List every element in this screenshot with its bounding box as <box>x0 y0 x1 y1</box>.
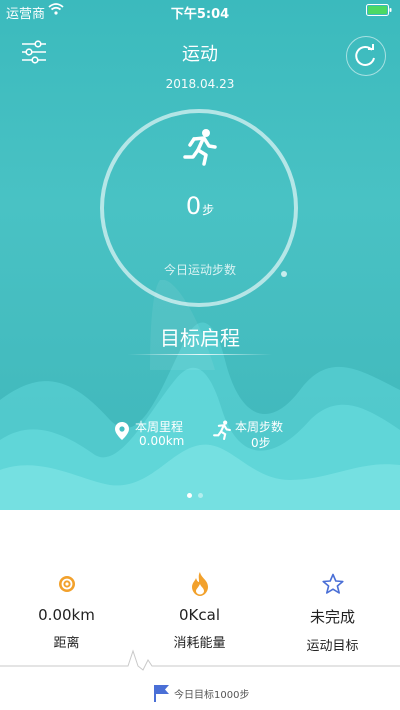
hero-panel: 运营商 下午5:04 运动 2018.04.23 0步 今日运动步数 目标启程 … <box>0 0 400 510</box>
location-icon <box>115 422 129 443</box>
stat-target: 未完成 运动目标 <box>266 572 399 654</box>
energy-value: 0Kcal <box>179 606 220 624</box>
weekly-distance-value: 0.00km <box>139 434 185 448</box>
weekly-steps-label: 本周步数 <box>235 420 284 434</box>
progress-dot <box>281 271 287 277</box>
runner-icon <box>182 128 218 166</box>
ring-caption: 今日运动步数 <box>163 263 236 277</box>
page-indicator[interactable] <box>187 483 209 502</box>
distance-value: 0.00km <box>38 606 95 624</box>
stat-energy: 0Kcal 消耗能量 <box>133 572 266 651</box>
weekly-distance-label: 本周里程 <box>135 420 184 434</box>
runner-small-icon <box>212 420 232 443</box>
flag-icon <box>154 685 169 702</box>
page-dot-active[interactable] <box>187 493 192 498</box>
target-value: 未完成 <box>309 608 355 626</box>
steps-value: 0 <box>185 192 202 220</box>
pulse-line <box>0 649 400 671</box>
goal-divider <box>128 354 272 355</box>
steps-unit: 步 <box>202 203 215 217</box>
distance-icon <box>0 572 133 596</box>
refresh-button[interactable] <box>346 36 386 76</box>
weekly-steps-value: 0步 <box>251 436 271 450</box>
date-label: 2018.04.23 <box>165 77 235 91</box>
goal-title: 目标启程 <box>160 326 240 350</box>
wave-decoration <box>0 280 400 510</box>
status-bar: 运营商 下午5:04 <box>0 0 400 22</box>
star-icon <box>266 572 399 596</box>
daily-goal-text: 今日目标1000步 <box>174 689 250 701</box>
battery-icon <box>366 4 392 20</box>
fire-icon <box>133 572 266 596</box>
steps-count: 0步 <box>0 192 400 220</box>
page-dot[interactable] <box>198 493 203 498</box>
page-title: 运动 <box>182 44 218 65</box>
stat-distance: 0.00km 距离 <box>0 572 133 651</box>
status-time: 下午5:04 <box>170 7 230 22</box>
daily-goal: 今日目标1000步 <box>152 683 249 703</box>
refresh-icon <box>355 44 375 66</box>
